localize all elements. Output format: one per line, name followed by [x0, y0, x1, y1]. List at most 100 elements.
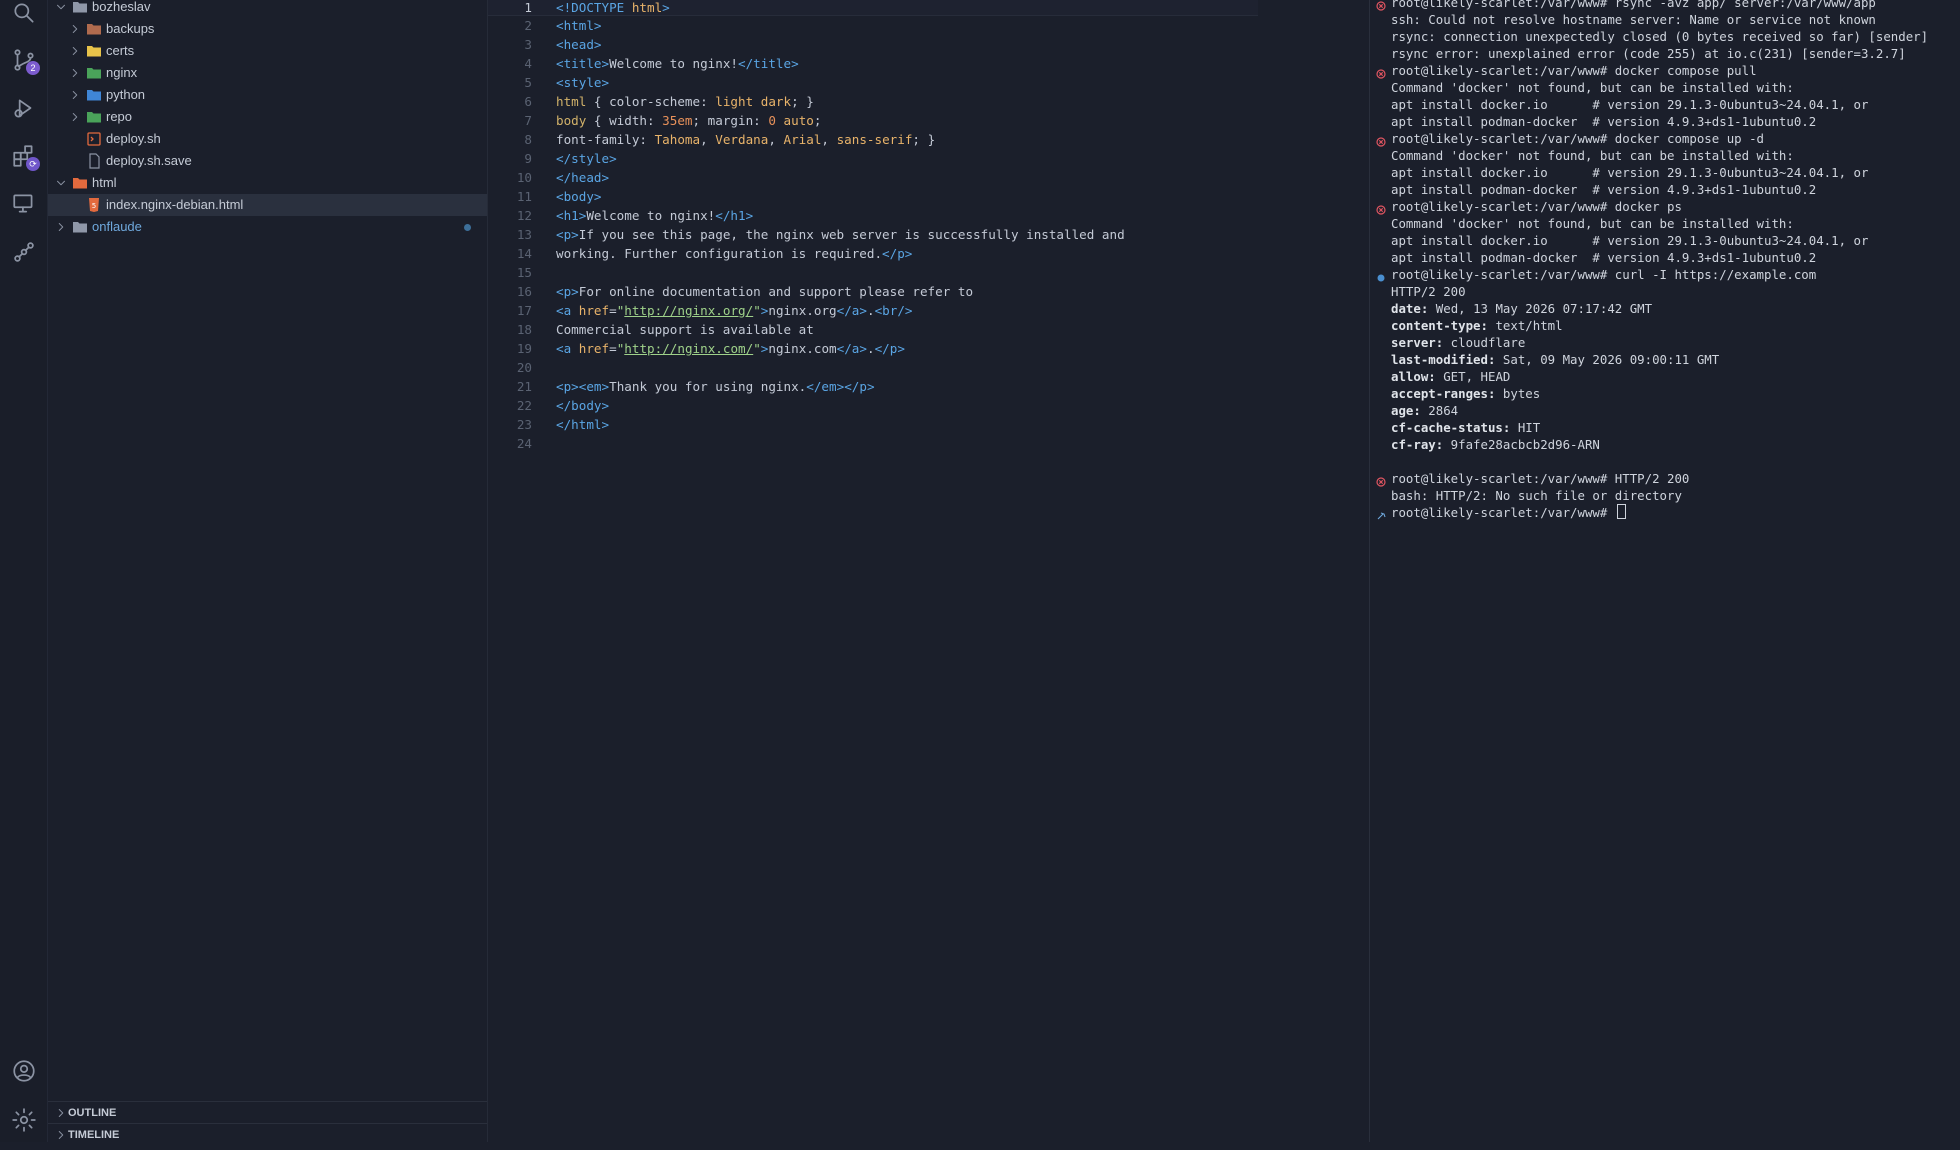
code-line[interactable]: 12 <h1>Welcome to nginx!</h1> — [488, 206, 1258, 225]
code-line[interactable]: 1 <!DOCTYPE html> — [488, 0, 1258, 16]
tree-folder-bozheslav[interactable]: bozheslav — [48, 0, 487, 18]
code-line[interactable]: 17 <a href="http://nginx.org/">nginx.org<… — [488, 301, 1258, 320]
code-line[interactable]: 5 <style> — [488, 73, 1258, 92]
folder-icon — [72, 172, 88, 194]
source-control-icon[interactable]: 2 — [11, 47, 40, 75]
code-line[interactable]: 7 body { width: 35em; margin: 0 auto; — [488, 111, 1258, 130]
tree-folder-certs[interactable]: certs — [48, 40, 487, 62]
code-line[interactable]: 23 </html> — [488, 415, 1258, 434]
folder-icon — [86, 40, 102, 62]
code-line[interactable]: 16 <p>For online documentation and suppor… — [488, 282, 1258, 301]
line-number: 21 — [516, 379, 532, 394]
svg-text:5: 5 — [92, 202, 96, 210]
terminal-text: HTTP/2 200 — [1391, 284, 1466, 299]
code-line[interactable]: 22 </body> — [488, 396, 1258, 415]
error-mark-icon[interactable] — [1376, 134, 1386, 147]
code-line[interactable]: 13 <p>If you see this page, the nginx web… — [488, 225, 1258, 244]
terminal-text: root@likely-scarlet:/var/www# docker com… — [1391, 131, 1764, 146]
html-file-icon: 5 — [86, 194, 102, 216]
tree-item-label: index.nginx-debian.html — [106, 197, 244, 212]
terminal-line: Command 'docker' not found, but can be i… — [1391, 79, 1794, 96]
line-number: 14 — [516, 246, 532, 261]
code-line[interactable]: 21 <p><em>Thank you for using nginx.</em>… — [488, 377, 1258, 396]
account-icon[interactable] — [11, 1058, 37, 1084]
code-line[interactable]: 2 <html> — [488, 16, 1258, 35]
header-key: last-modified: — [1391, 352, 1496, 367]
code-text: <!DOCTYPE html> — [556, 0, 670, 15]
terminal-text: rsync: connection unexpectedly closed (0… — [1391, 29, 1929, 44]
tree-item-label: certs — [106, 43, 135, 58]
code-line[interactable]: 3 <head> — [488, 35, 1258, 54]
folder-icon — [86, 18, 102, 40]
terminal-line: apt install podman-docker # version 4.9.… — [1391, 113, 1816, 130]
line-number: 9 — [524, 151, 532, 166]
code-line[interactable]: 14 working. Further configuration is requ… — [488, 244, 1258, 263]
code-line[interactable]: 11 <body> — [488, 187, 1258, 206]
error-mark-icon[interactable] — [1376, 0, 1386, 11]
tree-folder-onflaude[interactable]: onflaude — [48, 216, 487, 238]
code-line[interactable]: 18 Commercial support is available at — [488, 320, 1258, 339]
tree-file-deploy-sh-save[interactable]: deploy.sh.save — [48, 150, 487, 172]
timeline-section[interactable]: TIMELINE — [48, 1123, 487, 1146]
code-line[interactable]: 24 — [488, 434, 1258, 453]
error-mark-icon[interactable] — [1376, 66, 1386, 79]
remote-explorer-icon[interactable] — [11, 191, 37, 217]
success-mark-icon[interactable] — [1376, 270, 1386, 282]
terminal-text: apt install podman-docker # version 4.9.… — [1391, 250, 1817, 265]
line-number: 10 — [516, 170, 532, 185]
tree-file-index-nginx-debian-html[interactable]: 5 index.nginx-debian.html — [48, 194, 487, 216]
terminal-panel[interactable]: root@likely-scarlet:/var/www# rsync -avz… — [1369, 0, 1960, 1142]
line-number: 22 — [516, 398, 532, 413]
section-label: OUTLINE — [68, 1107, 117, 1119]
terminal-line: root@likely-scarlet:/var/www# docker com… — [1391, 62, 1757, 79]
extensions-icon[interactable]: ⟳ — [11, 143, 40, 171]
chevron-right-icon — [68, 18, 84, 40]
terminal-line: rsync error: unexplained error (code 255… — [1391, 45, 1906, 62]
code-line[interactable]: 10 </head> — [488, 168, 1258, 187]
terminal-text: Command 'docker' not found, but can be i… — [1391, 148, 1794, 163]
tree-folder-backups[interactable]: backups — [48, 18, 487, 40]
terminal-line: Command 'docker' not found, but can be i… — [1391, 147, 1794, 164]
outline-section[interactable]: OUTLINE — [48, 1101, 487, 1124]
chevron-down-icon — [54, 0, 70, 18]
code-text: working. Further configuration is requir… — [556, 246, 913, 261]
line-number: 20 — [516, 360, 532, 375]
folder-icon — [86, 84, 102, 106]
git-graph-icon[interactable] — [11, 239, 37, 265]
file-icon — [86, 128, 102, 150]
code-editor[interactable]: 1 <!DOCTYPE html> 2 <html> 3 <head> 4 <title>We… — [488, 0, 1856, 1142]
code-text: html { color-scheme: light dark; } — [556, 94, 814, 109]
terminal-line: cf-ray: 9fafe28acbcb2d96-ARN — [1391, 436, 1600, 453]
error-mark-icon[interactable] — [1376, 474, 1386, 487]
error-mark-icon[interactable] — [1376, 202, 1386, 215]
tree-file-deploy-sh[interactable]: deploy.sh — [48, 128, 487, 150]
tree-item-label: python — [106, 87, 146, 102]
terminal-line: root@likely-scarlet:/var/www# docker ps — [1391, 198, 1682, 215]
code-line[interactable]: 15 — [488, 263, 1258, 282]
terminal-line: root@likely-scarlet:/var/www# rsync -avz… — [1391, 0, 1876, 11]
code-line[interactable]: 20 — [488, 358, 1258, 377]
code-line[interactable]: 8 font-family: Tahoma, Verdana, Arial, sa… — [488, 130, 1258, 149]
line-number: 4 — [524, 56, 532, 71]
tree-folder-html[interactable]: html — [48, 172, 487, 194]
code-text: body { width: 35em; margin: 0 auto; — [556, 113, 822, 128]
chevron-right-icon — [68, 84, 84, 106]
terminal-line: server: cloudflare — [1391, 334, 1525, 351]
run-debug-icon[interactable] — [11, 95, 37, 121]
prompt-mark-icon[interactable] — [1376, 508, 1386, 520]
terminal-line: root@likely-scarlet:/var/www# — [1391, 504, 1626, 521]
chevron-right-icon — [68, 106, 84, 128]
code-line[interactable]: 9 </style> — [488, 149, 1258, 168]
terminal-line: apt install docker.io # version 29.1.3-0… — [1391, 232, 1868, 249]
code-line[interactable]: 6 html { color-scheme: light dark; } — [488, 92, 1258, 111]
gear-icon[interactable] — [11, 1107, 37, 1133]
tree-folder-repo[interactable]: repo — [48, 106, 487, 128]
tree-folder-python[interactable]: python — [48, 84, 487, 106]
line-number: 12 — [516, 208, 532, 223]
terminal-line: apt install docker.io # version 29.1.3-0… — [1391, 164, 1868, 181]
code-line[interactable]: 4 <title>Welcome to nginx!</title> — [488, 54, 1258, 73]
tree-folder-nginx[interactable]: nginx — [48, 62, 487, 84]
code-line[interactable]: 19 <a href="http://nginx.com/">nginx.com<… — [488, 339, 1258, 358]
search-icon[interactable] — [11, 0, 37, 26]
line-number: 13 — [516, 227, 532, 242]
